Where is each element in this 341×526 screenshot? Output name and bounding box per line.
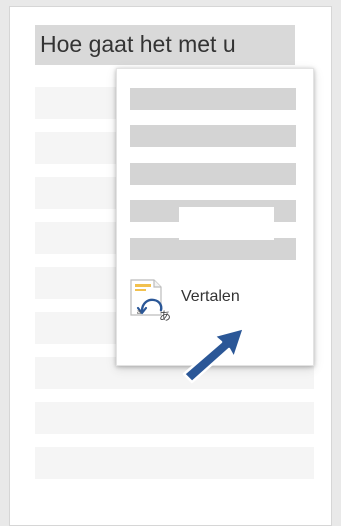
context-menu-item-placeholder[interactable] xyxy=(130,88,296,110)
context-menu-item-placeholder[interactable] xyxy=(130,125,296,147)
svg-text:あ: あ xyxy=(159,309,171,323)
svg-text:a: a xyxy=(137,309,141,316)
context-menu-item-placeholder[interactable] xyxy=(130,238,296,260)
selected-text[interactable]: Hoe gaat het met u xyxy=(40,31,236,58)
document-line-placeholder xyxy=(35,447,314,479)
pointer-arrow-icon xyxy=(182,326,246,384)
document-line-placeholder xyxy=(35,402,314,434)
context-menu-item-placeholder[interactable] xyxy=(130,163,296,185)
menu-item-blank-area xyxy=(179,207,274,240)
translate-menu-label: Vertalen xyxy=(181,288,240,305)
translate-icon: a あ xyxy=(130,279,171,323)
